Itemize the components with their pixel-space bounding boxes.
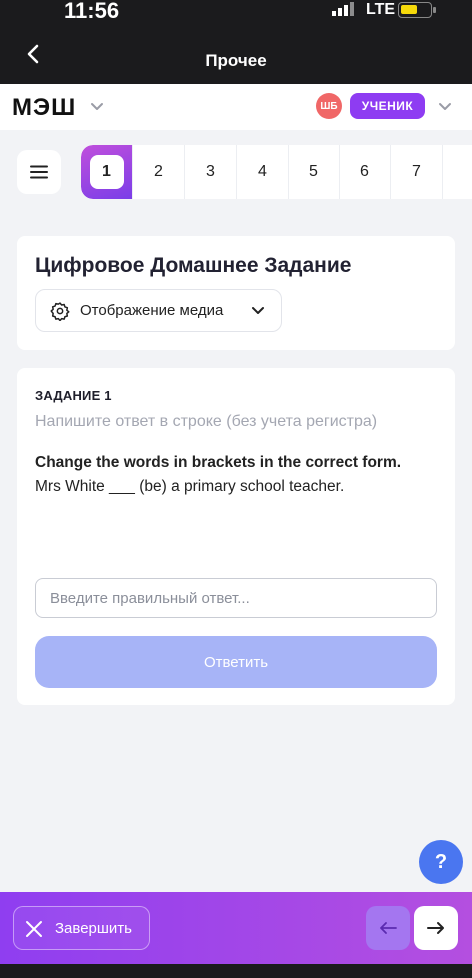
role-badge[interactable]: УЧЕНИК <box>350 93 425 119</box>
gear-icon <box>50 302 70 321</box>
signal-icon <box>332 2 354 16</box>
task-title: ЗАДАНИЕ 1 <box>35 388 112 403</box>
page-title: Цифровое Домашнее Задание <box>35 254 352 277</box>
home-indicator-bar <box>0 964 472 978</box>
chevron-down-icon[interactable] <box>438 100 452 114</box>
question-tab-7[interactable]: 7 <box>391 145 443 199</box>
menu-button[interactable] <box>17 150 61 194</box>
finish-button[interactable]: Завершить <box>13 906 150 950</box>
homework-header-card: Цифровое Домашнее Задание Отображение ме… <box>17 236 455 350</box>
question-tab-2[interactable]: 2 <box>133 145 185 199</box>
question-tab-1[interactable]: 1 <box>81 145 133 199</box>
question-navigator: 1 2 3 4 5 6 7 <box>81 145 472 199</box>
question-tab-5[interactable]: 5 <box>288 145 340 199</box>
task-card: ЗАДАНИЕ 1 Напишите ответ в строке (без у… <box>17 368 455 705</box>
help-button[interactable]: ? <box>419 840 463 884</box>
battery-icon <box>398 2 436 18</box>
task-hint: Напишите ответ в строке (без учета регис… <box>35 413 378 430</box>
submit-answer-button[interactable]: Ответить <box>35 636 437 688</box>
question-tab-3[interactable]: 3 <box>185 145 237 199</box>
menu-icon <box>30 165 48 179</box>
media-display-label: Отображение медиа <box>80 302 224 319</box>
nav-title: Прочее <box>205 51 267 70</box>
task-sentence: Mrs White ___ (be) a primary school teac… <box>35 478 345 495</box>
question-tab-6[interactable]: 6 <box>339 145 391 199</box>
status-time: 11:56 <box>64 0 120 23</box>
chevron-down-icon <box>252 307 264 314</box>
previous-question-button[interactable] <box>366 906 410 950</box>
chevron-down-icon[interactable] <box>90 100 104 114</box>
mesh-logo[interactable]: МЭШ <box>12 94 76 122</box>
status-bar: 11:56 LTE <box>0 0 472 26</box>
nav-bar: Прочее <box>0 26 472 84</box>
finish-label: Завершить <box>55 920 132 937</box>
arrow-left-icon <box>380 922 397 934</box>
task-instruction: Change the words in brackets in the corr… <box>35 454 402 471</box>
network-type: LTE <box>366 1 396 18</box>
answer-input[interactable] <box>35 578 437 618</box>
next-question-button[interactable] <box>414 906 458 950</box>
avatar[interactable]: ШБ <box>316 93 342 119</box>
app-header: МЭШ ШБ УЧЕНИК <box>0 84 472 130</box>
bottom-bar: Завершить <box>0 892 472 964</box>
close-icon <box>26 921 42 937</box>
media-display-dropdown[interactable]: Отображение медиа <box>35 289 282 332</box>
question-tab-4[interactable]: 4 <box>237 145 289 199</box>
arrow-right-icon <box>427 922 444 934</box>
